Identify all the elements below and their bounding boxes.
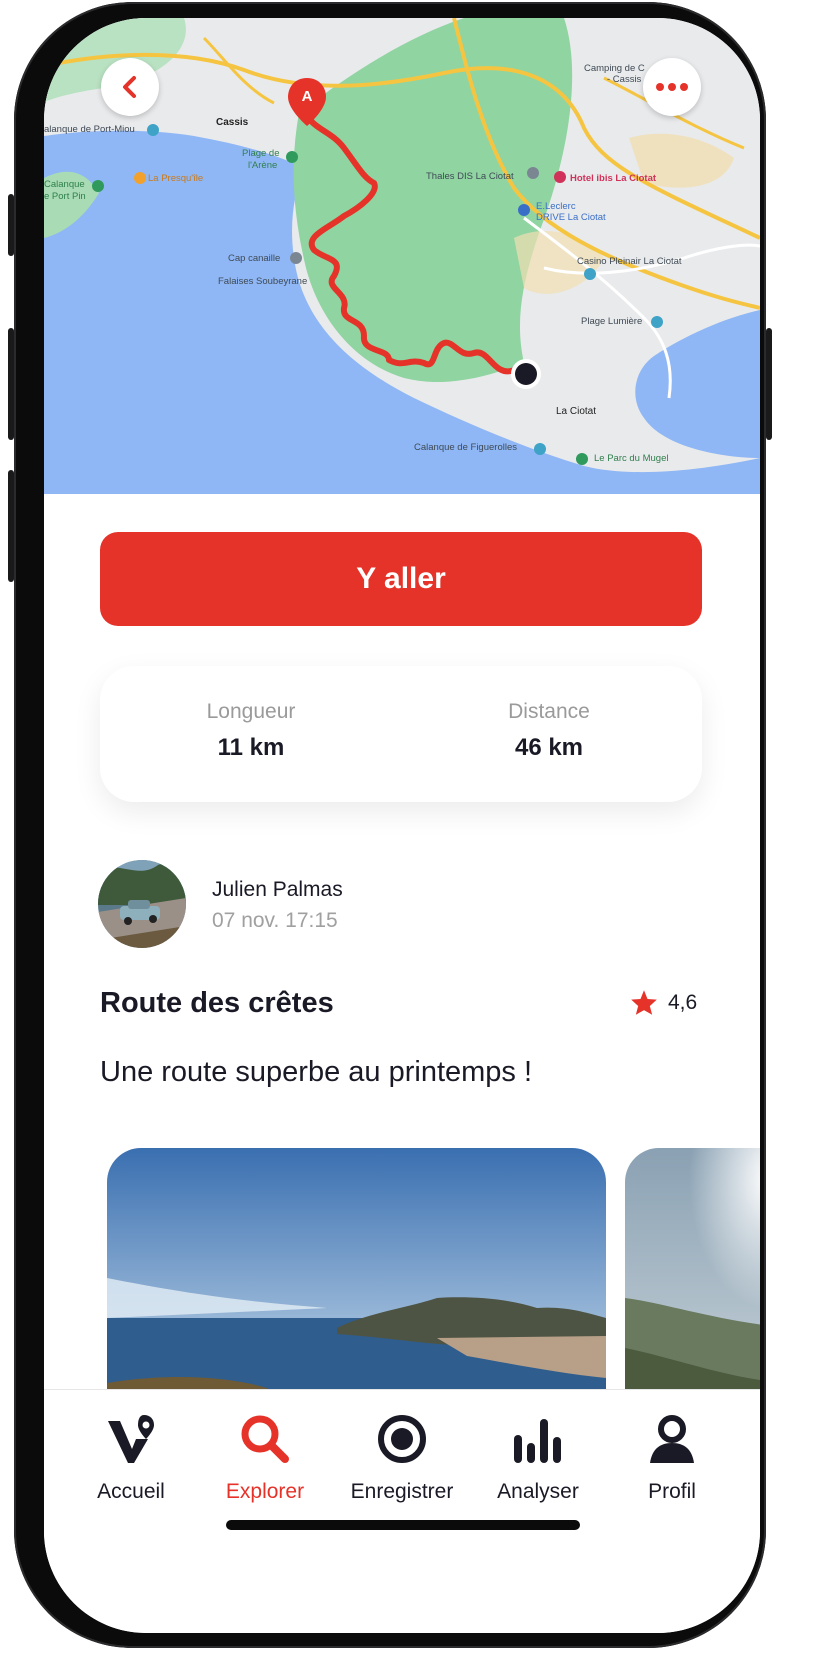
go-button[interactable]: Y aller <box>100 532 702 626</box>
tab-profil-label: Profil <box>648 1480 696 1503</box>
poi-restaurant <box>134 172 146 184</box>
route-stats-card: Longueur 11 km Distance 46 km <box>100 666 702 802</box>
photo-coast <box>107 1148 606 1408</box>
rating: 4,6 <box>630 989 697 1016</box>
poi-beach-arene <box>286 151 298 163</box>
map-label-port-pin: Calanque <box>44 179 85 190</box>
side-button-power <box>766 328 772 440</box>
map-label-presquile: La Presqu'île <box>148 173 204 184</box>
poi-casino <box>584 268 596 280</box>
avatar-photo <box>98 860 186 948</box>
map-label-leclerc-2: DRIVE La Ciotat <box>536 212 606 223</box>
side-button-mute <box>8 194 14 256</box>
map-label-port-miou: alanque de Port-Miou <box>44 124 135 135</box>
map-label-plage-arene: Plage de <box>242 148 280 159</box>
route-photo[interactable] <box>107 1148 606 1408</box>
map-label-leclerc: E.Leclerc <box>536 201 576 212</box>
poi-mugel <box>576 453 588 465</box>
star-icon <box>631 990 657 1015</box>
stat-distance: Distance 46 km <box>449 700 649 762</box>
user-icon <box>650 1415 694 1463</box>
map-label-thales: Thales DIS La Ciotat <box>426 171 514 182</box>
map-label-hotel-ibis: Hotel ibis La Ciotat <box>570 173 657 184</box>
author-name[interactable]: Julien Palmas <box>212 878 343 902</box>
map-label-cap-canaille: Cap canaille <box>228 253 281 264</box>
post-date: 07 nov. 17:15 <box>212 909 338 932</box>
map-label-falaises: Falaises Soubeyrane <box>218 276 308 287</box>
home-v-icon <box>108 1415 154 1463</box>
map-label-plage-lumiere: Plage Lumière <box>581 316 643 327</box>
stat-length: Longueur 11 km <box>151 700 351 762</box>
map-label-parc-mugel: Le Parc du Mugel <box>594 453 669 464</box>
map-label-casino: Casino Pleinair La Ciotat <box>577 256 682 267</box>
route-photo-next[interactable] <box>625 1148 760 1408</box>
stat-length-label: Longueur <box>206 700 296 723</box>
tab-enregistrer[interactable]: Enregistrer <box>337 1408 467 1504</box>
poi-port-pin <box>92 180 104 192</box>
route-description: Une route superbe au printemps ! <box>100 1056 533 1088</box>
end-marker[interactable] <box>515 363 537 385</box>
tab-enregistrer-label: Enregistrer <box>350 1480 454 1503</box>
tab-explorer[interactable]: Explorer <box>200 1408 330 1504</box>
app-screen: A Camping de C - Cassis alanque de Port-… <box>44 18 760 1633</box>
search-icon <box>241 1415 289 1463</box>
chevron-left-icon <box>123 76 136 98</box>
photo-hills <box>625 1148 760 1408</box>
phone-frame: A Camping de C - Cassis alanque de Port-… <box>8 2 772 1648</box>
rating-value: 4,6 <box>668 990 698 1014</box>
map-label-cassis: Cassis <box>216 117 249 128</box>
stat-distance-value: 46 km <box>514 734 584 761</box>
tab-explorer-label: Explorer <box>225 1480 305 1503</box>
map-label-camping-2: - Cassis <box>607 74 642 85</box>
tab-accueil[interactable]: Accueil <box>66 1408 196 1504</box>
more-dots-icon <box>656 83 688 91</box>
avatar[interactable] <box>98 860 186 948</box>
home-indicator[interactable] <box>226 1520 580 1530</box>
stat-length-value: 11 km <box>217 734 285 761</box>
tab-analyser-label: Analyser <box>497 1480 579 1503</box>
more-options-button[interactable] <box>643 58 701 116</box>
map-label-plage-arene-2: l'Arène <box>248 160 278 171</box>
poi-cap-canaille <box>290 252 302 264</box>
poi-plage-lumiere <box>651 316 663 328</box>
poi-port-miou <box>147 124 159 136</box>
start-pin-letter: A <box>302 88 313 105</box>
stat-distance-label: Distance <box>508 700 590 723</box>
route-map[interactable]: A Camping de C - Cassis alanque de Port-… <box>44 18 760 494</box>
bar-chart-icon <box>514 1419 561 1463</box>
map-label-la-ciotat: La Ciotat <box>556 406 597 417</box>
poi-leclerc <box>518 204 530 216</box>
side-button-volume-down <box>8 470 14 582</box>
back-button[interactable] <box>101 58 159 116</box>
route-title: Route des crêtes <box>100 987 334 1019</box>
map-label-camping: Camping de C <box>584 63 645 74</box>
map-label-figuerolles: Calanque de Figuerolles <box>414 442 517 453</box>
bottom-tab-bar: Accueil Explorer Enregistrer Analyser Pr… <box>44 1389 760 1633</box>
map-label-port-pin-2: e Port Pin <box>44 191 86 202</box>
tab-accueil-label: Accueil <box>97 1480 165 1503</box>
poi-thales <box>527 167 539 179</box>
tab-profil[interactable]: Profil <box>607 1408 737 1504</box>
poi-hotel <box>554 171 566 183</box>
poi-figuerolles <box>534 443 546 455</box>
record-icon <box>378 1415 426 1463</box>
tab-analyser[interactable]: Analyser <box>473 1408 603 1504</box>
side-button-volume-up <box>8 328 14 440</box>
